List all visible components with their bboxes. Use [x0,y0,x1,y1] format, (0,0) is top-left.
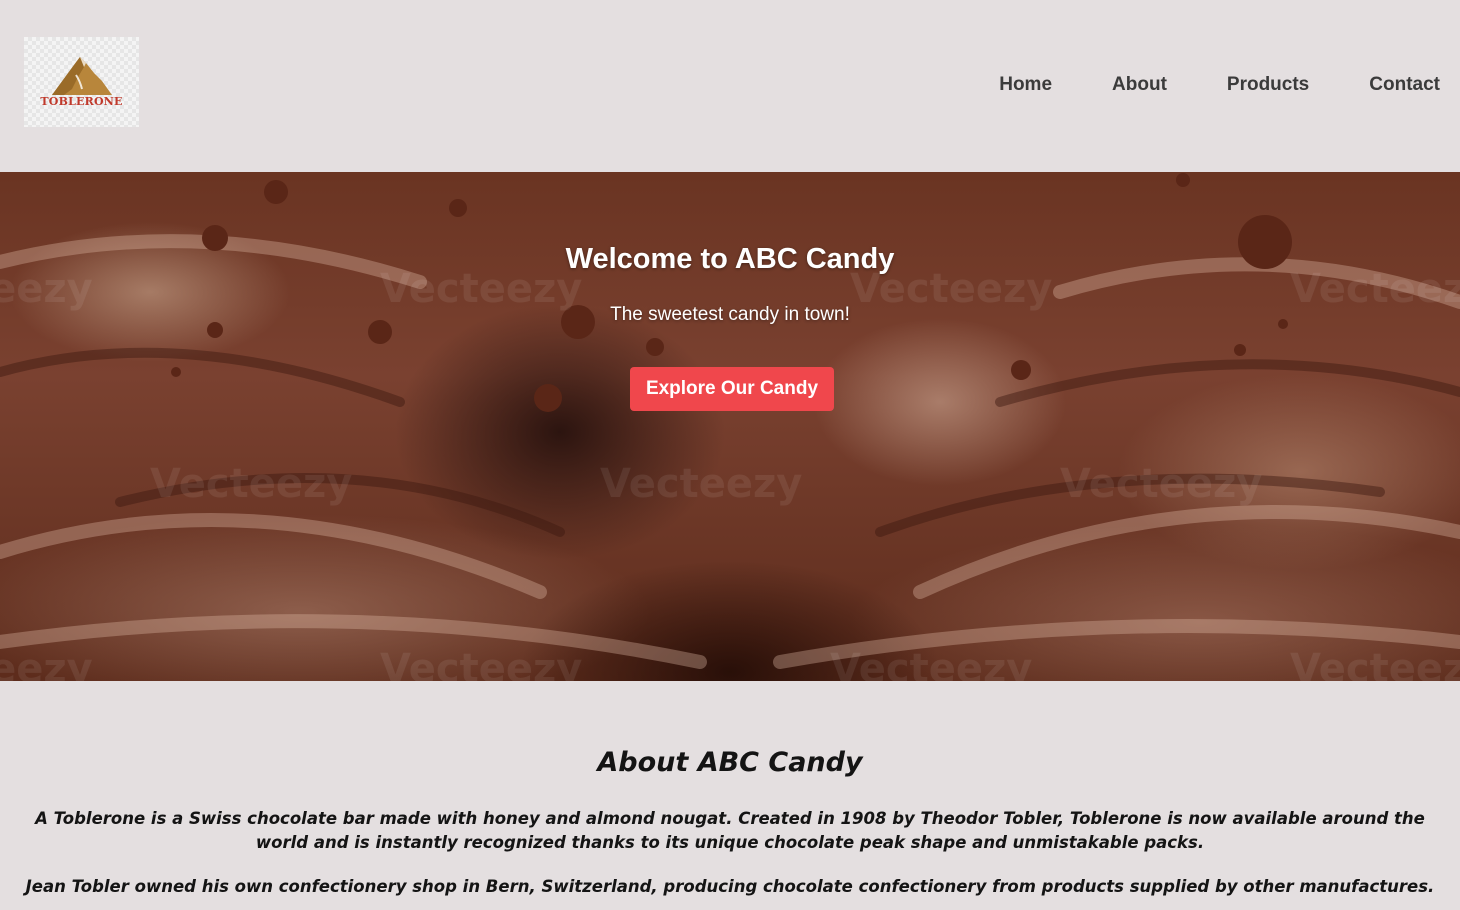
about-heading: About ABC Candy [597,747,863,778]
nav-home[interactable]: Home [999,73,1052,97]
svg-text:teezy: teezy [0,646,93,681]
hero-banner: teezy Vecteezy Vecteezy Vecteezy Vecteez… [0,172,1460,681]
svg-text:Vecteezy: Vecteezy [600,461,802,507]
nav-contact[interactable]: Contact [1369,73,1440,97]
about-paragraph-2: Jean Tobler owned his own confectionery … [25,877,1435,896]
hero-title: Welcome to ABC Candy [565,243,895,275]
hero-subtitle: The sweetest candy in town! [610,304,850,325]
about-paragraph-1: A Toblerone is a Swiss chocolate bar mad… [35,809,1425,852]
logo-text: TOBLERONE [40,95,123,108]
svg-text:Vecteezy: Vecteezy [1060,461,1262,507]
explore-candy-button[interactable]: Explore Our Candy [630,367,834,411]
main-nav: Home About Products Contact [939,73,1440,97]
svg-text:Vecteezy: Vecteezy [380,646,582,681]
site-header: TOBLERONE Home About Products Contact [0,0,1460,172]
nav-about[interactable]: About [1112,73,1167,97]
toblerone-logo[interactable]: TOBLERONE [24,37,139,127]
mountain-icon [52,57,112,95]
svg-text:Vecteezy: Vecteezy [1290,646,1460,681]
nav-products[interactable]: Products [1227,73,1309,97]
about-section: About ABC Candy A Toblerone is a Swiss c… [0,681,1460,910]
svg-text:Vecteezy: Vecteezy [830,646,1032,681]
svg-text:Vecteezy: Vecteezy [150,461,352,507]
